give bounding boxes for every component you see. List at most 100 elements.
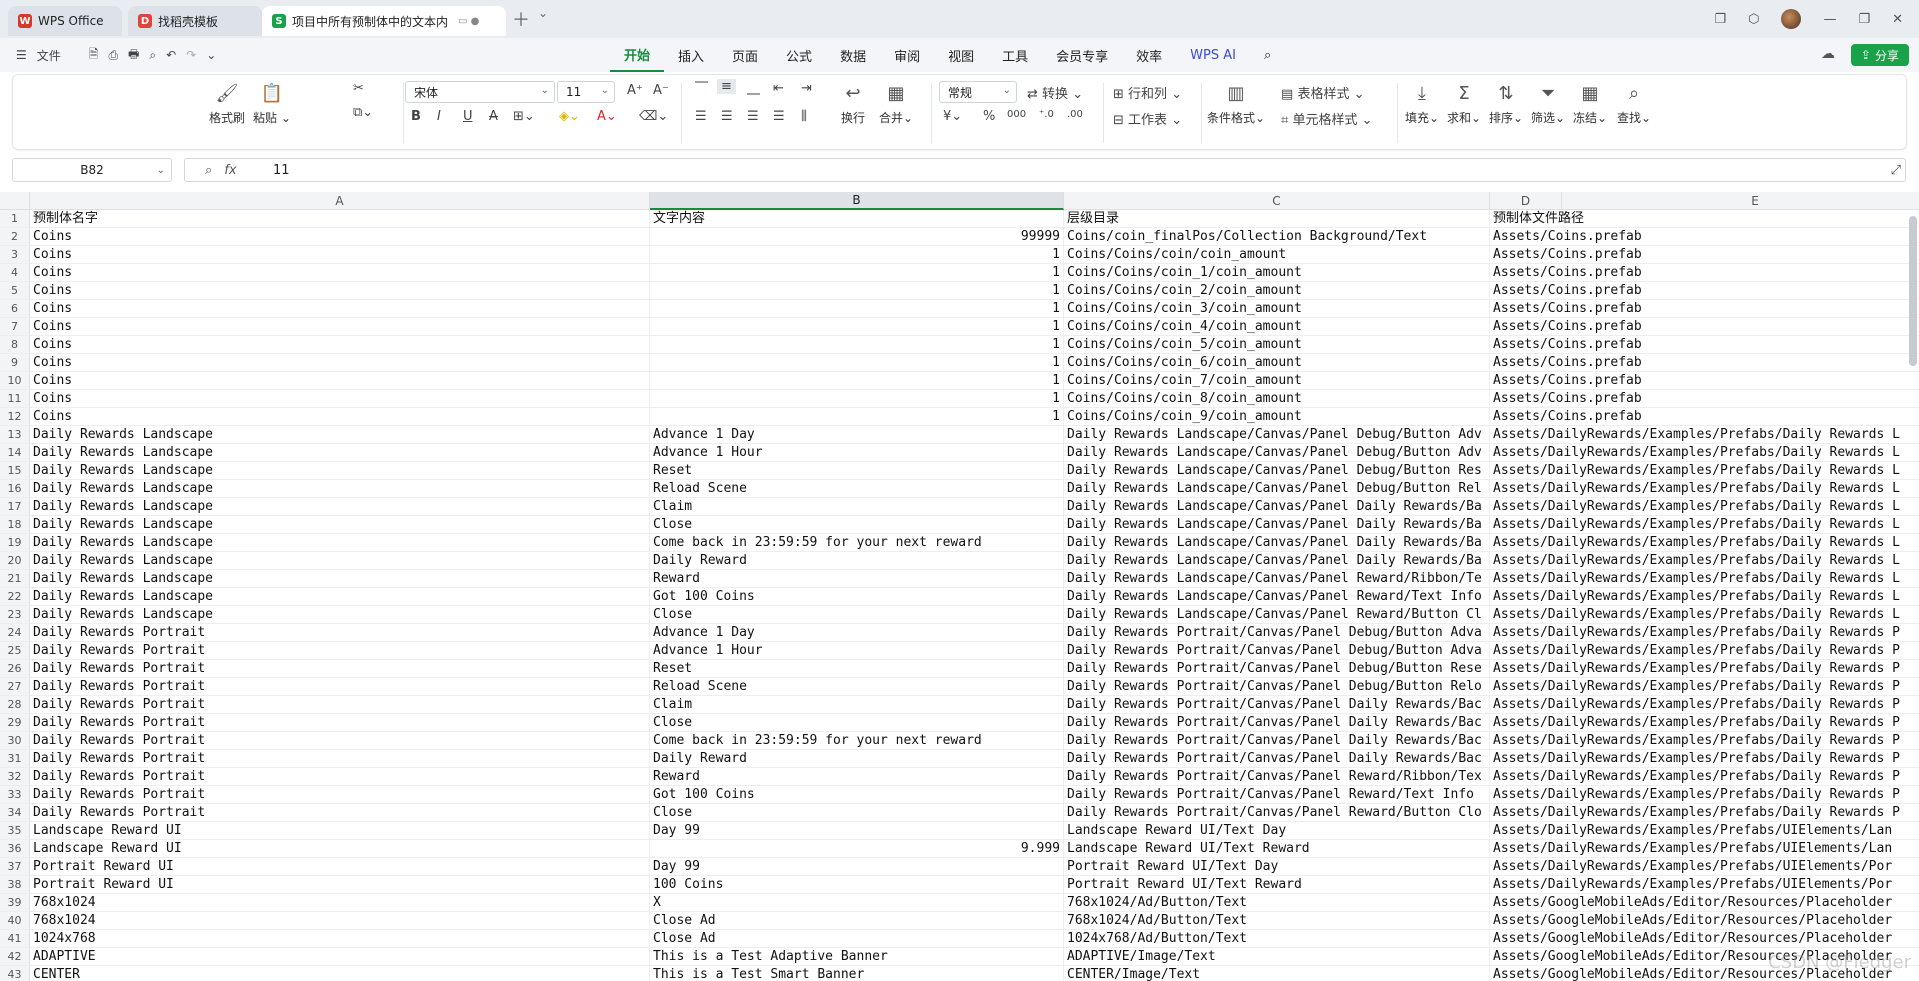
font-grow-icon[interactable]: A⁺ [627, 83, 643, 98]
cell-c[interactable]: Daily Rewards Landscape/Canvas/Panel Deb… [1064, 444, 1490, 462]
cell-d[interactable]: Assets/Coins.prefab [1490, 408, 1919, 426]
cell-a[interactable]: Daily Rewards Landscape [30, 462, 650, 480]
cell-d[interactable]: Assets/DailyRewards/Examples/Prefabs/Dai… [1490, 534, 1919, 552]
cell-b[interactable]: 1 [650, 354, 1064, 372]
cell-b[interactable]: Daily Reward [650, 552, 1064, 570]
cell-c[interactable]: 768x1024/Ad/Button/Text [1064, 912, 1490, 930]
cell-c[interactable]: Portrait Reward UI/Text Reward [1064, 876, 1490, 894]
fill-color-icon[interactable]: ◈⌄ [559, 109, 580, 124]
cell-b[interactable]: This is a Test Smart Banner [650, 966, 1064, 981]
border-icon[interactable]: ⊞⌄ [513, 109, 535, 124]
row-number[interactable]: 14 [0, 444, 30, 462]
share-button[interactable]: ⇪ 分享 [1850, 44, 1909, 66]
row-number[interactable]: 2 [0, 228, 30, 246]
cell-b[interactable]: 100 Coins [650, 876, 1064, 894]
cell-c[interactable]: CENTER/Image/Text [1064, 966, 1490, 981]
cell-d[interactable]: 预制体文件路径 [1490, 210, 1919, 228]
cell-b[interactable]: 文字内容 [650, 210, 1064, 228]
cell-style-button[interactable]: ⌗ 单元格样式 ⌄ [1281, 109, 1373, 128]
cell-c[interactable]: Coins/Coins/coin_4/coin_amount [1064, 318, 1490, 336]
cell-d[interactable]: Assets/Coins.prefab [1490, 264, 1919, 282]
cell-d[interactable]: Assets/DailyRewards/Examples/Prefabs/Dai… [1490, 480, 1919, 498]
cube-icon[interactable]: ⬡ [1748, 12, 1759, 27]
column-header-e[interactable]: E [1562, 192, 1919, 210]
indent-increase-icon[interactable]: ⇥ [801, 81, 812, 96]
cell-d[interactable]: Assets/DailyRewards/Examples/Prefabs/Dai… [1490, 444, 1919, 462]
menu-tab-8[interactable]: 会员专享 [1042, 38, 1122, 72]
cell-a[interactable]: Coins [30, 318, 650, 336]
cell-c[interactable]: Daily Rewards Portrait/Canvas/Panel Debu… [1064, 642, 1490, 660]
cell-c[interactable]: Daily Rewards Landscape/Canvas/Panel Dai… [1064, 498, 1490, 516]
sum-button[interactable]: Σ 求和⌄ [1447, 81, 1481, 126]
row-number[interactable]: 43 [0, 966, 30, 981]
cell-b[interactable]: Close Ad [650, 930, 1064, 948]
maximize-icon[interactable]: ❐ [1858, 12, 1870, 27]
cell-c[interactable]: 1024x768/Ad/Button/Text [1064, 930, 1490, 948]
row-number[interactable]: 27 [0, 678, 30, 696]
cell-d[interactable]: Assets/GoogleMobileAds/Editor/Resources/… [1490, 930, 1919, 948]
percent-icon[interactable]: % [983, 109, 995, 124]
cell-c[interactable]: Daily Rewards Portrait/Canvas/Panel Rewa… [1064, 786, 1490, 804]
worksheet-button[interactable]: ⊟ 工作表 ⌄ [1113, 109, 1182, 128]
strikethrough-icon[interactable]: A [489, 109, 498, 124]
align-left-icon[interactable]: ☰ [695, 109, 707, 124]
cell-a[interactable]: 预制体名字 [30, 210, 650, 228]
row-number[interactable]: 31 [0, 750, 30, 768]
cell-a[interactable]: Daily Rewards Portrait [30, 678, 650, 696]
cell-c[interactable]: Portrait Reward UI/Text Day [1064, 858, 1490, 876]
cell-a[interactable]: Coins [30, 228, 650, 246]
italic-icon[interactable]: I [437, 109, 441, 124]
save-icon[interactable]: 🗎 [89, 45, 99, 66]
cell-a[interactable]: Daily Rewards Portrait [30, 660, 650, 678]
cell-c[interactable]: 层级目录 [1064, 210, 1490, 228]
row-number[interactable]: 6 [0, 300, 30, 318]
cell-c[interactable]: Daily Rewards Landscape/Canvas/Panel Rew… [1064, 588, 1490, 606]
freeze-button[interactable]: ▦ 冻结⌄ [1573, 81, 1607, 126]
menu-tab-3[interactable]: 公式 [772, 38, 826, 72]
row-number[interactable]: 38 [0, 876, 30, 894]
row-number[interactable]: 18 [0, 516, 30, 534]
cell-c[interactable]: Daily Rewards Portrait/Canvas/Panel Dail… [1064, 714, 1490, 732]
row-number[interactable]: 1 [0, 210, 30, 228]
cell-a[interactable]: Daily Rewards Landscape [30, 570, 650, 588]
cell-a[interactable]: Landscape Reward UI [30, 840, 650, 858]
row-number[interactable]: 32 [0, 768, 30, 786]
cell-c[interactable]: Coins/Coins/coin_2/coin_amount [1064, 282, 1490, 300]
minimize-icon[interactable]: — [1823, 12, 1836, 27]
fx-icon[interactable]: fx [224, 163, 236, 178]
merge-button[interactable]: ▦ 合并⌄ [879, 81, 913, 126]
cell-c[interactable]: Daily Rewards Landscape/Canvas/Panel Rew… [1064, 570, 1490, 588]
underline-icon[interactable]: U [463, 109, 473, 124]
copy-icon[interactable]: ⧉⌄ [353, 105, 373, 120]
cell-c[interactable]: Daily Rewards Portrait/Canvas/Panel Dail… [1064, 750, 1490, 768]
cell-a[interactable]: Daily Rewards Landscape [30, 426, 650, 444]
cell-b[interactable]: Got 100 Coins [650, 786, 1064, 804]
cell-c[interactable]: Daily Rewards Landscape/Canvas/Panel Dai… [1064, 552, 1490, 570]
cell-a[interactable]: Portrait Reward UI [30, 876, 650, 894]
align-bottom-icon[interactable]: ⎽ [747, 81, 760, 96]
cell-b[interactable]: 1 [650, 318, 1064, 336]
cell-d[interactable]: Assets/Coins.prefab [1490, 300, 1919, 318]
cell-d[interactable]: Assets/Coins.prefab [1490, 372, 1919, 390]
expand-formula-icon[interactable]: ⤢ [1891, 163, 1901, 178]
select-all-corner[interactable] [0, 192, 30, 210]
align-right-icon[interactable]: ☰ [747, 109, 759, 124]
cell-d[interactable]: Assets/DailyRewards/Examples/Prefabs/Dai… [1490, 660, 1919, 678]
cell-a[interactable]: Daily Rewards Landscape [30, 552, 650, 570]
cell-a[interactable]: Daily Rewards Portrait [30, 768, 650, 786]
cell-d[interactable]: Assets/DailyRewards/Examples/Prefabs/UIE… [1490, 876, 1919, 894]
row-number[interactable]: 25 [0, 642, 30, 660]
cell-a[interactable]: Daily Rewards Landscape [30, 606, 650, 624]
fill-button[interactable]: ⤓ 填充⌄ [1405, 81, 1439, 126]
cell-b[interactable]: 1 [650, 264, 1064, 282]
menu-tab-7[interactable]: 工具 [988, 38, 1042, 72]
cell-a[interactable]: Landscape Reward UI [30, 822, 650, 840]
cell-b[interactable]: 1 [650, 372, 1064, 390]
cell-d[interactable]: Assets/GoogleMobileAds/Editor/Resources/… [1490, 894, 1919, 912]
cell-c[interactable]: Daily Rewards Portrait/Canvas/Panel Rewa… [1064, 804, 1490, 822]
row-number[interactable]: 19 [0, 534, 30, 552]
column-header-c[interactable]: C [1064, 192, 1490, 210]
indent-decrease-icon[interactable]: ⇤ [773, 81, 784, 96]
cell-c[interactable]: Landscape Reward UI/Text Day [1064, 822, 1490, 840]
row-number[interactable]: 29 [0, 714, 30, 732]
